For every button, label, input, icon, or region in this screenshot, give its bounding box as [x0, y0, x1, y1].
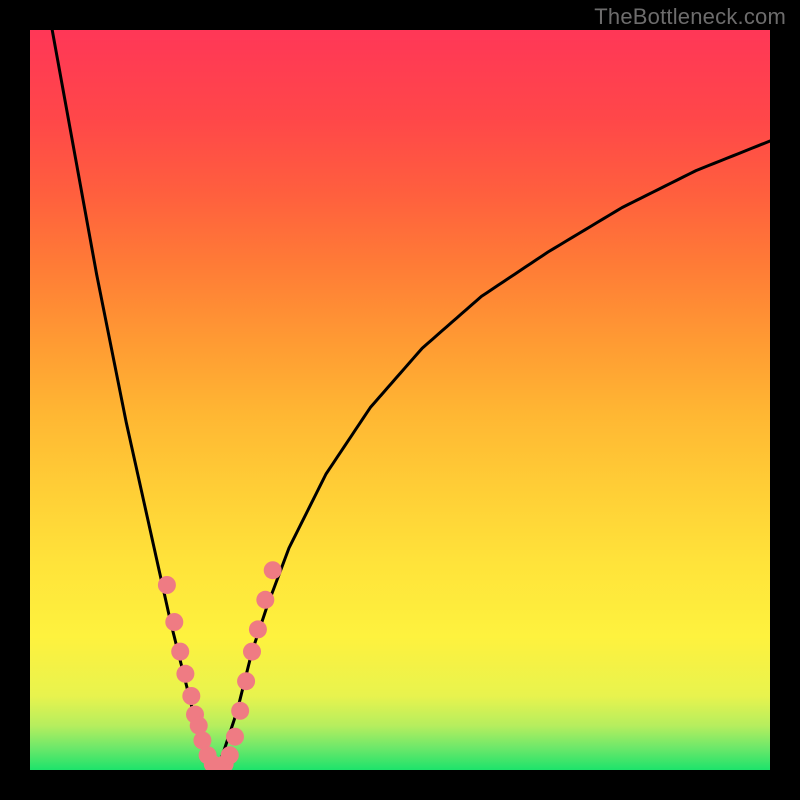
highlight-marker — [171, 643, 189, 661]
highlight-marker — [182, 687, 200, 705]
highlight-marker — [264, 561, 282, 579]
highlight-marker — [176, 665, 194, 683]
curve-left-branch — [52, 30, 215, 770]
highlight-marker — [165, 613, 183, 631]
highlight-marker — [249, 620, 267, 638]
highlight-marker — [158, 576, 176, 594]
highlight-marker — [221, 746, 239, 764]
watermark-text: TheBottleneck.com — [594, 4, 786, 30]
plot-area — [30, 30, 770, 770]
curve-right-branch — [215, 141, 770, 770]
highlight-marker — [231, 702, 249, 720]
highlight-marker — [226, 728, 244, 746]
curves-svg — [30, 30, 770, 770]
highlight-marker — [243, 643, 261, 661]
chart-frame: TheBottleneck.com — [0, 0, 800, 800]
highlight-marker — [256, 591, 274, 609]
highlight-marker — [237, 672, 255, 690]
